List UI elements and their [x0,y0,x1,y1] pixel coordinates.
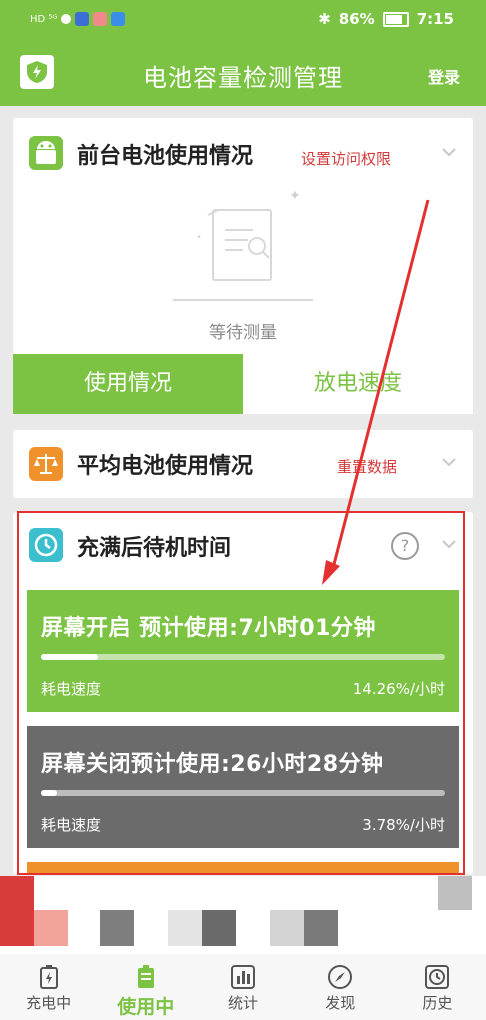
nav-discover[interactable]: 发现 [292,954,389,1020]
shield-notification-icon [75,12,90,26]
set-permission-link[interactable]: 设置访问权限 [301,148,391,169]
highlight-box [17,511,465,875]
page-title: 电池容量检测管理 [143,64,343,92]
pixel-block [100,910,134,946]
app-notification-icon [61,14,72,24]
nav-label: 统计 [228,994,259,1012]
nav-label: 充电中 [26,994,72,1012]
compass-icon [328,965,353,989]
pixel-block [438,876,472,910]
foreground-usage-header[interactable]: 前台电池使用情况 设置访问权限 [13,118,473,188]
card-title: 前台电池使用情况 [77,144,254,169]
average-usage-header[interactable]: 平均电池使用情况 重置数据 [13,430,473,500]
svg-text:✦: ✦ [289,188,301,204]
nav-label: 使用中 [117,996,175,1018]
nav-label: 历史 [422,994,453,1012]
chevron-down-icon[interactable] [441,454,457,470]
waiting-measurement-text: 等待测量 [209,323,277,343]
bar-chart-icon [231,965,255,989]
battery-icon [137,965,154,988]
nav-charging[interactable]: 充电中 [0,954,97,1020]
battery-charging-icon [39,965,58,989]
login-button[interactable]: 登录 [428,64,460,88]
battery-status-icon [382,11,409,27]
card-title: 平均电池使用情况 [77,454,254,479]
browser-notification-icon [111,12,126,26]
pixel-block [0,876,34,946]
obscured-ad-area [0,876,486,954]
usage-tabs: 使用情况 放电速度 [13,354,473,414]
clock-icon [425,965,450,989]
pixel-block [304,910,338,946]
status-bar: HD ⁵ᴳ ✱ 86% 7:15 [0,0,486,44]
average-usage-card: 平均电池使用情况 重置数据 [13,430,473,498]
nav-history[interactable]: 历史 [389,954,486,1020]
status-left: HD ⁵ᴳ [30,12,126,26]
android-icon [29,136,63,170]
clock-time: 7:15 [416,10,454,28]
nav-in-use[interactable]: 使用中 [97,954,194,1020]
tab-discharge-speed[interactable]: 放电速度 [243,354,473,414]
status-right: ✱ 86% 7:15 [318,10,454,28]
battery-percent: 86% [338,10,375,28]
pixel-block [168,910,202,946]
scale-icon [29,447,63,481]
bluetooth-icon: ✱ [318,10,331,28]
pixel-block [34,910,68,946]
mail-notification-icon [93,12,108,26]
nav-label: 发现 [325,994,356,1012]
foreground-usage-card: 前台电池使用情况 设置访问权限 ✦ • 等待测量 使用情况 放电速度 [13,118,473,414]
chevron-down-icon[interactable] [441,144,457,160]
reset-data-link[interactable]: 重置数据 [337,456,397,477]
tab-usage[interactable]: 使用情况 [13,354,243,414]
app-bar: 电池容量检测管理 登录 [0,44,486,106]
svg-text:•: • [196,232,202,243]
network-indicator: HD ⁵ᴳ [30,13,58,25]
nav-statistics[interactable]: 统计 [194,954,291,1020]
pixel-block [270,910,304,946]
bottom-navigation: 充电中 使用中 统计 发现 历史 [0,954,486,1020]
pixel-block [202,910,236,946]
